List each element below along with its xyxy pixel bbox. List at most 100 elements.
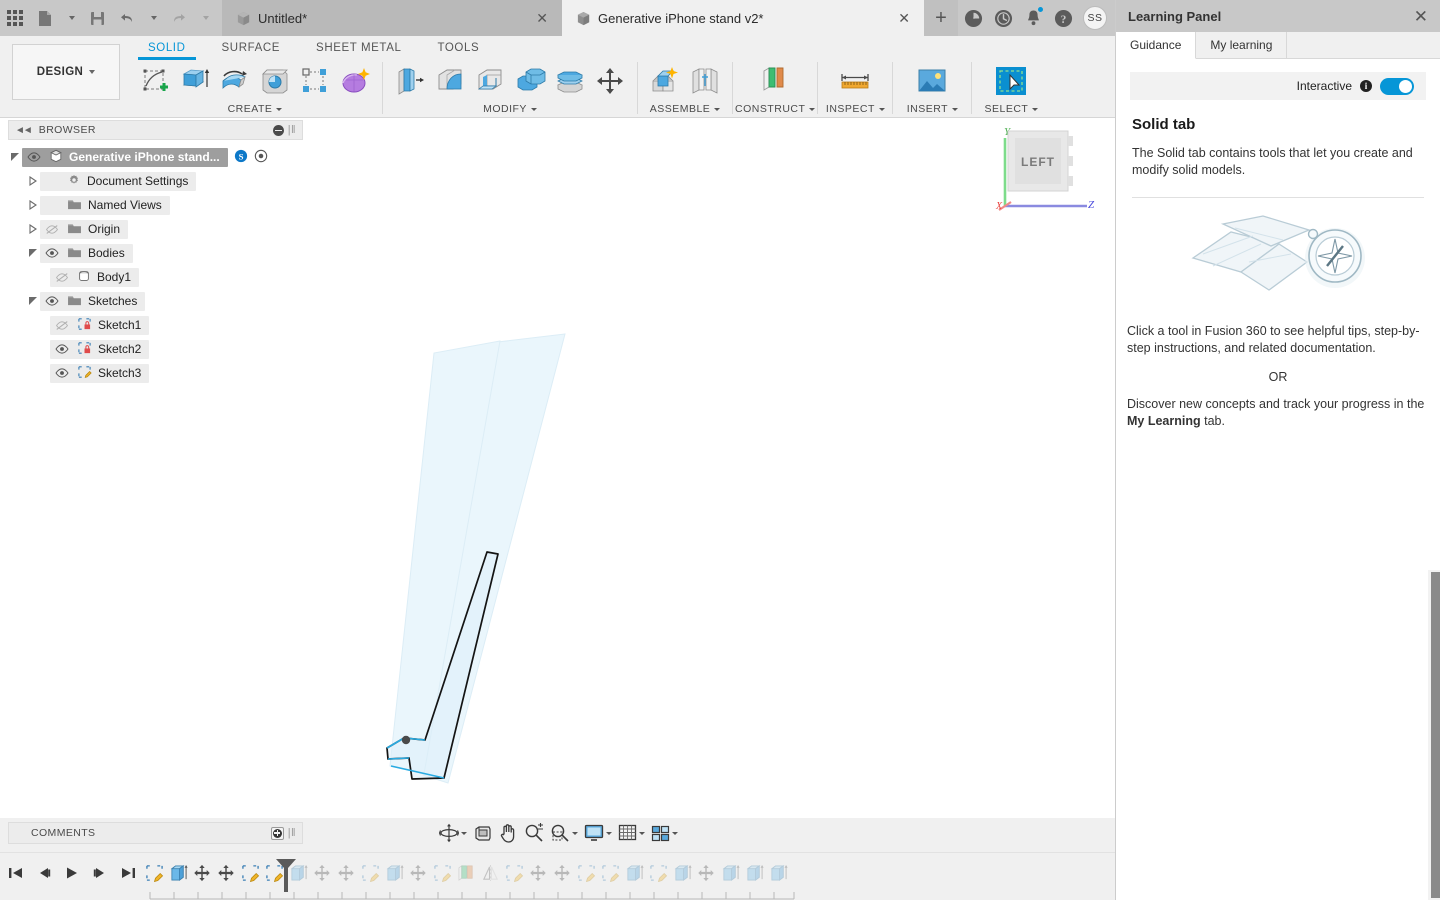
timeline-feature[interactable]: [670, 860, 694, 886]
tab-tools[interactable]: TOOLS: [419, 36, 497, 60]
timeline-feature[interactable]: [646, 860, 670, 886]
expand-arrow-icon[interactable]: [26, 176, 40, 186]
timeline-feature[interactable]: [478, 860, 502, 886]
visibility-eye-icon[interactable]: [53, 344, 71, 354]
offset-plane-icon[interactable]: [756, 62, 794, 100]
visibility-eye-off-icon[interactable]: [53, 272, 71, 283]
visibility-eye-icon[interactable]: [53, 368, 71, 378]
shell-icon[interactable]: [471, 62, 509, 100]
step-back-icon[interactable]: [34, 863, 54, 883]
avatar[interactable]: SS: [1078, 0, 1112, 36]
timeline-feature[interactable]: [430, 860, 454, 886]
sweep-icon[interactable]: [256, 62, 294, 100]
visibility-eye-icon[interactable]: [43, 248, 61, 258]
redo-dropdown-caret[interactable]: [194, 0, 216, 36]
panel-label-select[interactable]: SELECT: [984, 102, 1039, 116]
timeline-feature[interactable]: [238, 860, 262, 886]
tree-node-root[interactable]: Generative iPhone stand... S: [8, 145, 303, 169]
scrollbar-thumb[interactable]: [1431, 572, 1440, 898]
tree-node-sketch1[interactable]: Sketch1: [8, 313, 303, 337]
tree-node-named-views[interactable]: Named Views: [8, 193, 303, 217]
timeline-feature[interactable]: [190, 860, 214, 886]
visibility-eye-icon[interactable]: [25, 152, 43, 162]
close-icon[interactable]: ✕: [514, 11, 548, 25]
timeline-feature[interactable]: [214, 860, 238, 886]
expand-arrow-icon[interactable]: [8, 152, 22, 162]
timeline-feature[interactable]: [622, 860, 646, 886]
tree-node-bodies[interactable]: Bodies: [8, 241, 303, 265]
timeline-feature[interactable]: [334, 860, 358, 886]
new-document-tab-button[interactable]: +: [924, 0, 958, 36]
zoom-icon[interactable]: [521, 820, 547, 846]
tree-node-sketches[interactable]: Sketches: [8, 289, 303, 313]
timeline-feature[interactable]: [598, 860, 622, 886]
timeline-feature[interactable]: [166, 860, 190, 886]
help-icon[interactable]: ?: [1048, 0, 1078, 36]
panel-label-assemble[interactable]: ASSEMBLE: [650, 102, 721, 116]
visibility-eye-icon[interactable]: [43, 296, 61, 306]
job-status-icon[interactable]: [958, 0, 988, 36]
jump-to-beginning-icon[interactable]: [6, 863, 26, 883]
view-cube[interactable]: Y Z X LEFT: [995, 118, 1095, 218]
tab-my-learning[interactable]: My learning: [1196, 32, 1288, 58]
viewports-icon[interactable]: [648, 820, 681, 846]
visibility-eye-off-icon[interactable]: [53, 320, 71, 331]
panel-label-insert[interactable]: INSERT: [907, 102, 959, 116]
document-tab-generative-iphone-stand[interactable]: Generative iPhone stand v2* ✕: [562, 0, 924, 36]
timeline-feature[interactable]: [454, 860, 478, 886]
tab-solid[interactable]: SOLID: [130, 36, 204, 60]
redo-icon[interactable]: [164, 0, 194, 36]
timeline-feature[interactable]: [718, 860, 742, 886]
split-face-icon[interactable]: [551, 62, 589, 100]
expand-arrow-icon[interactable]: [26, 224, 40, 234]
learning-panel-scrollbar[interactable]: [1428, 570, 1440, 900]
timeline-feature[interactable]: [406, 860, 430, 886]
timeline-feature[interactable]: [742, 860, 766, 886]
orbit-icon[interactable]: [436, 820, 470, 846]
new-file-dropdown-caret[interactable]: [60, 0, 82, 36]
document-tab-untitled[interactable]: Untitled* ✕: [222, 0, 562, 36]
timeline-feature[interactable]: [694, 860, 718, 886]
undo-dropdown-caret[interactable]: [142, 0, 164, 36]
panel-resize-grip[interactable]: |‖: [288, 827, 296, 839]
info-icon[interactable]: i: [1360, 80, 1372, 92]
fillet-icon[interactable]: [431, 62, 469, 100]
expand-arrow-icon[interactable]: [26, 296, 40, 306]
chevron-down-icon[interactable]: [672, 831, 678, 835]
chevron-down-icon[interactable]: [461, 831, 467, 835]
save-icon[interactable]: [82, 0, 112, 36]
display-settings-icon[interactable]: [581, 820, 615, 846]
timeline-feature[interactable]: [766, 860, 790, 886]
workspace-switcher-design[interactable]: DESIGN: [12, 44, 120, 100]
collapse-all-icon[interactable]: [272, 124, 284, 136]
interactive-toggle[interactable]: [1380, 77, 1414, 95]
timeline-feature[interactable]: [358, 860, 382, 886]
tree-node-sketch2[interactable]: Sketch2: [8, 337, 303, 361]
tree-node-sketch3[interactable]: Sketch3: [8, 361, 303, 385]
measure-icon[interactable]: [836, 62, 874, 100]
timeline-feature[interactable]: [550, 860, 574, 886]
chevron-down-icon[interactable]: [606, 831, 612, 835]
new-component-icon[interactable]: [646, 62, 684, 100]
pattern-icon[interactable]: [296, 62, 334, 100]
panel-resize-grip[interactable]: |‖: [288, 124, 296, 136]
timeline-feature[interactable]: [382, 860, 406, 886]
timeline-feature[interactable]: [142, 860, 166, 886]
panel-label-construct[interactable]: CONSTRUCT: [735, 102, 816, 116]
collapse-left-icon[interactable]: ◄◄: [15, 125, 33, 136]
play-icon[interactable]: [62, 863, 82, 883]
extrude-icon[interactable]: [176, 62, 214, 100]
new-file-icon[interactable]: [30, 0, 60, 36]
timeline-feature[interactable]: [310, 860, 334, 886]
jump-to-end-icon[interactable]: [118, 863, 138, 883]
create-form-icon[interactable]: [336, 62, 374, 100]
chevron-down-icon[interactable]: [572, 831, 578, 835]
press-pull-icon[interactable]: [391, 62, 429, 100]
notifications-icon[interactable]: [1018, 0, 1048, 36]
combine-icon[interactable]: [511, 62, 549, 100]
panel-label-modify[interactable]: MODIFY: [483, 102, 537, 116]
pan-icon[interactable]: [496, 820, 521, 846]
close-icon[interactable]: ✕: [876, 11, 910, 25]
grid-snaps-icon[interactable]: [615, 820, 648, 846]
comments-panel[interactable]: COMMENTS |‖: [8, 822, 303, 844]
